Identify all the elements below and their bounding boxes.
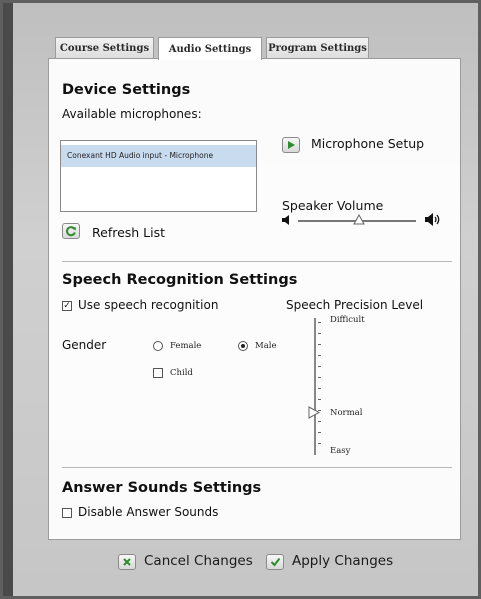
precision-tick xyxy=(318,388,321,389)
male-radio[interactable] xyxy=(238,341,248,351)
female-radio[interactable] xyxy=(153,341,163,351)
precision-tick xyxy=(318,399,321,400)
precision-tick xyxy=(318,322,321,323)
volume-slider-thumb[interactable] xyxy=(353,214,366,226)
female-label[interactable]: Female xyxy=(170,341,201,351)
speaker-low-icon xyxy=(282,215,289,225)
microphone-list[interactable]: Conexant HD Audio input - Microphone xyxy=(60,140,257,212)
precision-tick xyxy=(318,377,321,378)
precision-tick xyxy=(318,421,321,422)
refresh-list-label[interactable]: Refresh List xyxy=(92,225,165,240)
disable-answer-sounds-label[interactable]: Disable Answer Sounds xyxy=(78,505,218,519)
refresh-list-button[interactable] xyxy=(62,223,80,239)
child-checkbox[interactable] xyxy=(153,368,163,378)
disable-answer-sounds-checkbox[interactable] xyxy=(62,508,72,518)
precision-tick xyxy=(318,443,321,444)
tab-audio-settings[interactable]: Audio Settings xyxy=(158,37,262,60)
list-item[interactable]: Conexant HD Audio input - Microphone xyxy=(61,145,256,167)
section-divider xyxy=(62,467,452,468)
refresh-icon xyxy=(66,226,76,237)
device-settings-heading: Device Settings xyxy=(62,82,191,98)
play-icon xyxy=(288,141,295,149)
precision-slider-track[interactable] xyxy=(314,318,316,455)
tab-course-settings[interactable]: Course Settings xyxy=(55,37,154,59)
precision-difficult-label: Difficult xyxy=(330,315,365,325)
speech-recognition-heading: Speech Recognition Settings xyxy=(62,272,298,288)
use-speech-recognition-checkbox[interactable]: ✓ xyxy=(62,301,72,311)
use-speech-recognition-label[interactable]: Use speech recognition xyxy=(78,298,218,312)
precision-tick xyxy=(318,355,321,356)
apply-changes-label[interactable]: Apply Changes xyxy=(292,553,393,569)
microphone-setup-label[interactable]: Microphone Setup xyxy=(311,136,424,151)
gender-label: Gender xyxy=(62,338,107,352)
precision-tick xyxy=(318,344,321,345)
cancel-changes-button[interactable] xyxy=(118,554,136,570)
tab-program-settings[interactable]: Program Settings xyxy=(266,37,369,59)
precision-tick xyxy=(318,333,321,334)
cancel-changes-label[interactable]: Cancel Changes xyxy=(144,553,253,569)
child-label[interactable]: Child xyxy=(170,368,193,378)
precision-slider-thumb[interactable] xyxy=(308,406,320,419)
available-microphones-label: Available microphones: xyxy=(62,107,202,121)
precision-tick xyxy=(318,366,321,367)
microphone-setup-button[interactable] xyxy=(282,137,300,153)
speech-precision-label: Speech Precision Level xyxy=(286,298,424,312)
apply-changes-button[interactable] xyxy=(266,554,284,570)
close-icon xyxy=(123,558,131,566)
answer-sounds-heading: Answer Sounds Settings xyxy=(62,480,262,496)
section-divider xyxy=(62,261,452,262)
precision-normal-label: Normal xyxy=(330,408,363,418)
checkmark-icon xyxy=(270,557,280,567)
speaker-volume-label: Speaker Volume xyxy=(282,198,384,213)
male-label[interactable]: Male xyxy=(255,341,277,351)
precision-easy-label: Easy xyxy=(330,446,351,456)
precision-tick xyxy=(318,432,321,433)
speaker-high-icon xyxy=(425,213,440,226)
